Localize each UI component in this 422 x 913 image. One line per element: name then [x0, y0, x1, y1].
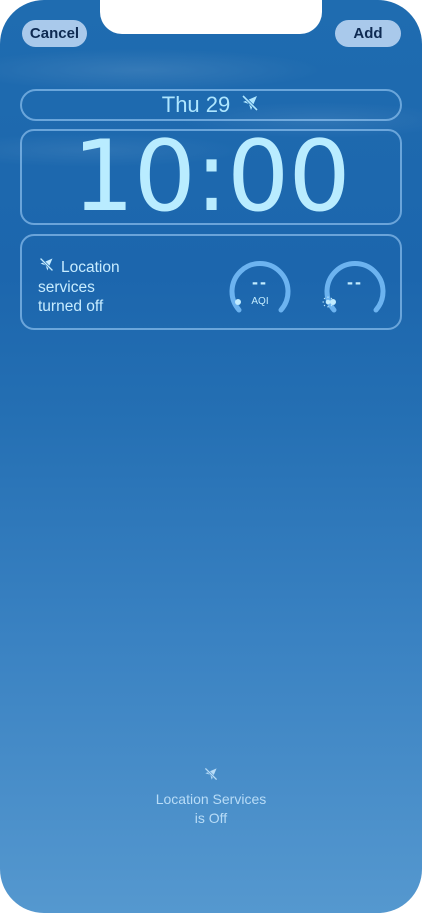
date-widget-slot[interactable]: Thu 29 — [20, 89, 402, 121]
clock-slot[interactable]: 10:00 — [20, 120, 402, 234]
uv-value: -- — [347, 272, 363, 292]
aqi-label: AQI — [251, 296, 269, 307]
location-off-icon — [38, 256, 55, 278]
aqi-value: -- — [252, 272, 268, 292]
location-widget-line1: Location — [61, 258, 120, 276]
add-button[interactable]: Add — [335, 20, 401, 47]
aqi-gauge-widget[interactable]: -- AQI — [227, 254, 293, 320]
status-line1: Location Services — [155, 791, 267, 807]
location-off-icon — [240, 93, 260, 118]
date-label: Thu 29 — [161, 92, 231, 117]
location-off-icon — [203, 766, 219, 787]
lock-screen-editor: Cancel Add Thu 29 10:00 Location service… — [0, 0, 422, 913]
location-widget-line3: turned off — [38, 298, 104, 315]
status-line2: is Off — [194, 810, 228, 826]
device-notch — [100, 0, 322, 34]
widgets-slot[interactable]: Location services turned off -- AQI -- — [20, 234, 402, 330]
location-widget-line2: services — [38, 279, 95, 296]
location-widget[interactable]: Location services turned off — [38, 256, 168, 316]
uv-gauge-widget[interactable]: -- — [322, 254, 388, 320]
clock-time: 10:00 — [72, 120, 350, 234]
location-status-message: Location Services is Off — [0, 766, 422, 828]
cancel-button[interactable]: Cancel — [22, 20, 87, 47]
